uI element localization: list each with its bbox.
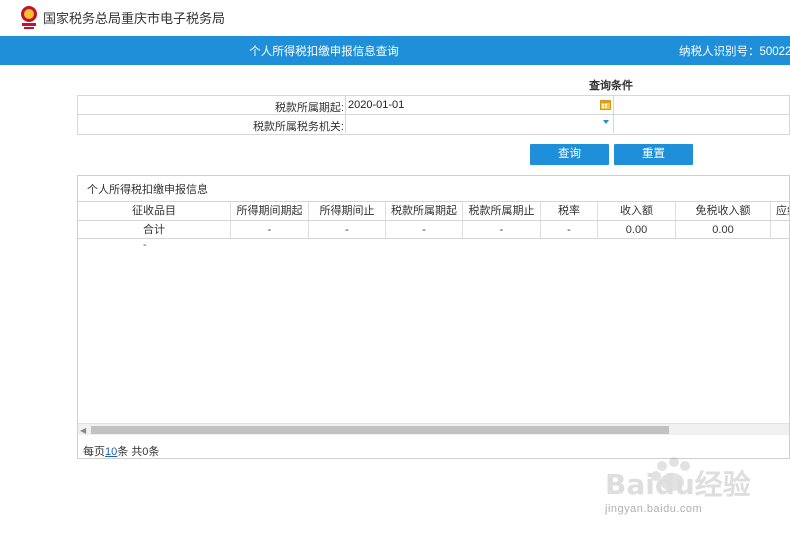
period-start-label: 税款所属期起: — [274, 102, 344, 114]
table-cell: - — [231, 221, 309, 239]
table-cell: 合计 — [78, 221, 231, 239]
table-cell: - — [309, 221, 386, 239]
watermark-brand: Baidu经验 — [605, 468, 751, 501]
column-header[interactable]: 税率 — [541, 202, 598, 220]
horizontal-scrollbar[interactable]: ◀ — [78, 423, 789, 435]
table-cell — [771, 221, 789, 239]
page-size-link[interactable]: 10 — [105, 446, 117, 458]
results-grid: 征收品目 所得期间期起 所得期间止 税款所属期起 税款所属期止 税率 收入额 免… — [78, 201, 789, 239]
chevron-left-icon[interactable]: ◀ — [80, 426, 86, 435]
table-cell: - — [463, 221, 541, 239]
table-cell: 0.00 — [676, 221, 771, 239]
empty-row-marker: - — [143, 239, 147, 251]
taxpayer-id: 纳税人识别号：500224 — [679, 46, 790, 58]
watermark-url: jingyan.baidu.com — [605, 503, 703, 515]
column-header[interactable]: 税款所属期起 — [386, 202, 463, 220]
query-row-tax-office: 税款所属税务机关: — [78, 115, 789, 134]
scrollbar-thumb[interactable] — [91, 426, 669, 434]
period-start-input[interactable]: 2020-01-01 — [345, 96, 614, 114]
period-start-value: 2020-01-01 — [348, 99, 405, 111]
query-button[interactable]: 查询 — [530, 144, 609, 165]
title-bar: 个人所得税扣缴申报信息查询 纳税人识别号：500224 — [0, 36, 790, 65]
column-header[interactable]: 征收品目 — [78, 202, 231, 220]
pagination: 每页10条 共0条 — [83, 443, 160, 458]
pager-prefix: 每页 — [83, 446, 105, 458]
table-row-total: 合计 - - - - - 0.00 0.00 — [78, 220, 789, 239]
tax-office-select[interactable] — [345, 115, 614, 133]
tax-emblem-icon — [21, 6, 37, 29]
chevron-down-icon[interactable] — [603, 120, 609, 124]
calendar-icon[interactable] — [600, 99, 611, 110]
column-header[interactable]: 所得期间止 — [309, 202, 386, 220]
reset-button[interactable]: 重置 — [614, 144, 693, 165]
site-name: 国家税务总局重庆市电子税务局 — [43, 11, 226, 26]
column-header[interactable]: 税款所属期止 — [463, 202, 541, 220]
query-form: 税款所属期起: 2020-01-01 税款所属税务机关: — [77, 95, 790, 135]
table-cell: - — [386, 221, 463, 239]
page-title: 个人所得税扣缴申报信息查询 — [249, 46, 399, 58]
column-header[interactable]: 收入额 — [598, 202, 676, 220]
results-panel: 个人所得税扣缴申报信息 征收品目 所得期间期起 所得期间止 税款所属期起 税款所… — [77, 175, 790, 459]
results-title: 个人所得税扣缴申报信息 — [87, 184, 208, 196]
column-header[interactable]: 应纳 — [771, 202, 789, 220]
column-header[interactable]: 免税收入额 — [676, 202, 771, 220]
query-row-period-start: 税款所属期起: 2020-01-01 — [78, 96, 789, 115]
table-header-row: 征收品目 所得期间期起 所得期间止 税款所属期起 税款所属期止 税率 收入额 免… — [78, 201, 789, 220]
query-conditions-heading: 查询条件 — [589, 80, 633, 92]
column-header[interactable]: 所得期间期起 — [231, 202, 309, 220]
table-cell: - — [541, 221, 598, 239]
table-cell: 0.00 — [598, 221, 676, 239]
site-header: 国家税务总局重庆市电子税务局 — [0, 0, 790, 34]
app-window: 国家税务总局重庆市电子税务局 个人所得税扣缴申报信息查询 纳税人识别号：5002… — [0, 0, 790, 536]
pager-suffix: 条 共0条 — [117, 446, 160, 458]
tax-office-label: 税款所属税务机关: — [252, 121, 344, 133]
